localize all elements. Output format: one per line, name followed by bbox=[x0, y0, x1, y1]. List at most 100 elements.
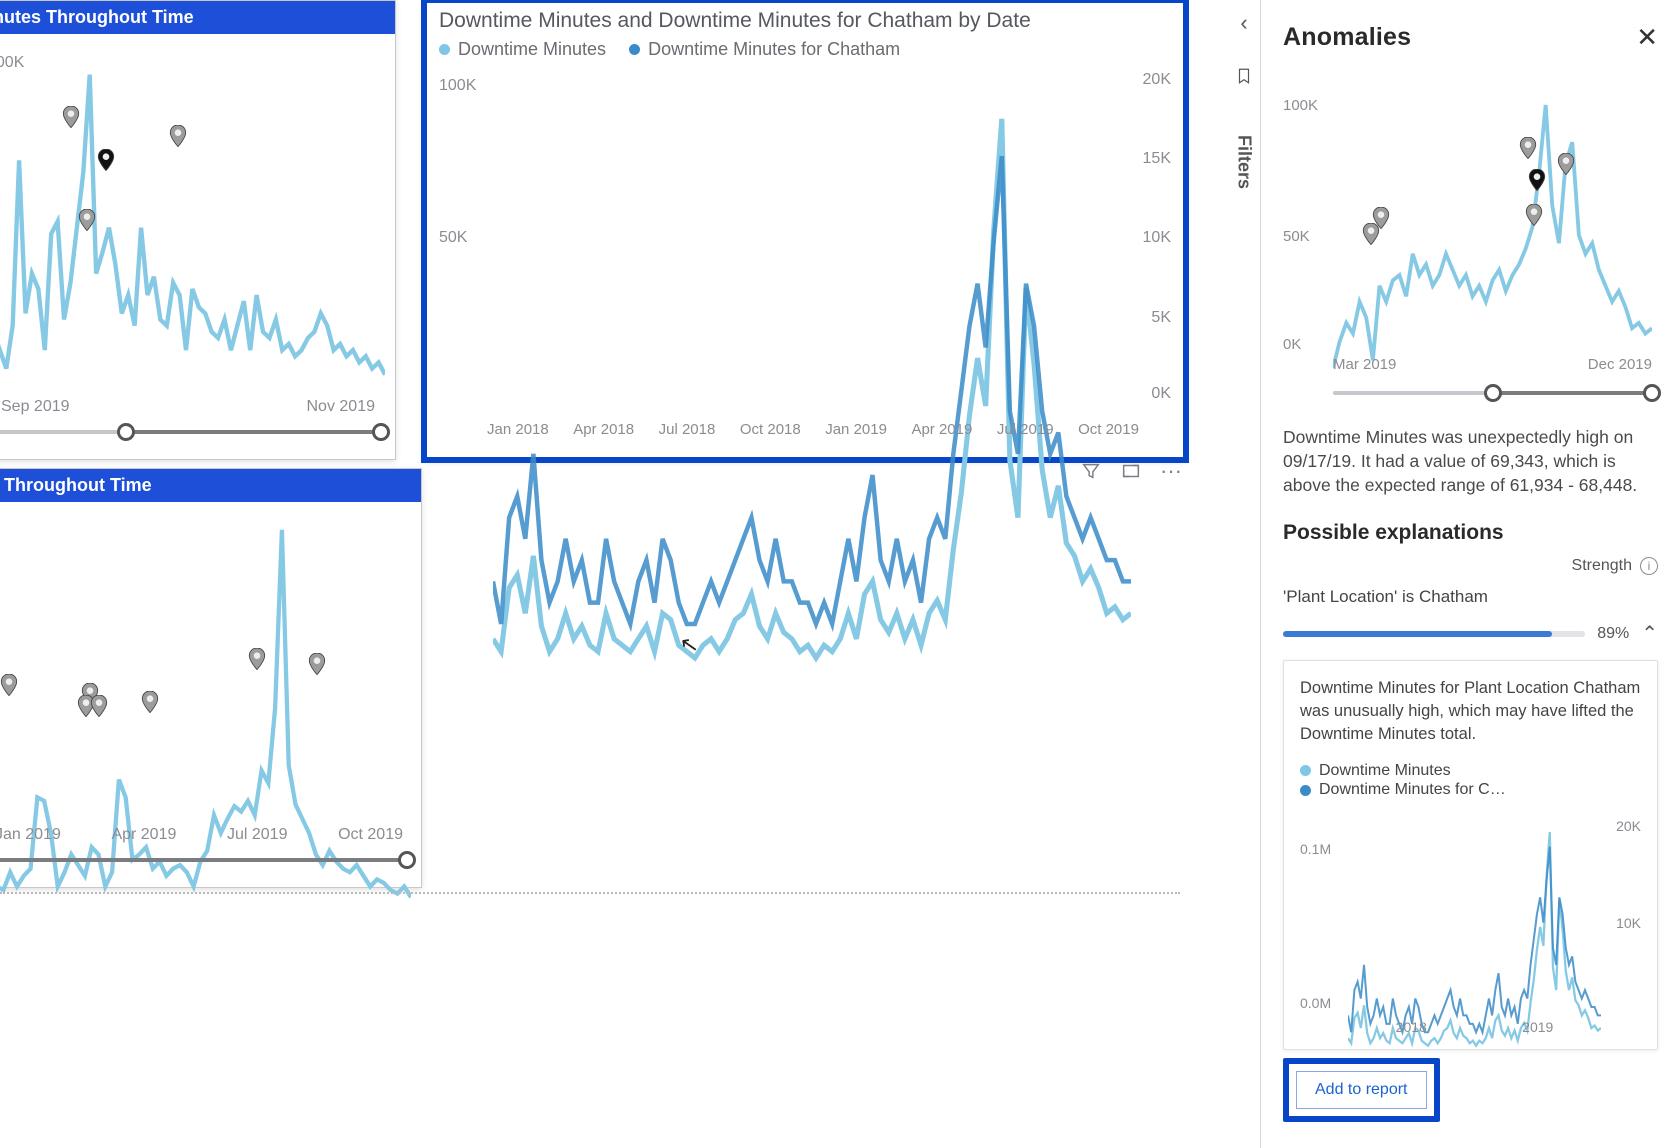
anomaly-marker-icon[interactable] bbox=[78, 209, 96, 231]
pane-header: Anomalies ✕ bbox=[1283, 22, 1658, 53]
legend-label: Downtime Minutes bbox=[458, 39, 606, 60]
anomaly-marker-icon[interactable] bbox=[62, 106, 80, 128]
time-range-slider[interactable] bbox=[0, 850, 407, 870]
slider-fill bbox=[126, 430, 381, 434]
chart-body: Jan 2019 Apr 2019 Jul 2019 Oct 2019 bbox=[0, 502, 421, 880]
y-tick-right: 10K bbox=[1616, 915, 1641, 931]
explanation-card: Downtime Minutes for Plant Location Chat… bbox=[1283, 660, 1658, 1049]
add-to-report-highlight: Add to report bbox=[1283, 1058, 1440, 1122]
y-tick-left: 50K bbox=[439, 229, 467, 247]
x-tick: Jan 2019 bbox=[0, 826, 61, 850]
strength-bar-row: 89% ⌃ bbox=[1283, 621, 1658, 646]
anomaly-marker-icon[interactable] bbox=[0, 674, 18, 696]
strength-percent: 89% bbox=[1597, 625, 1629, 643]
x-tick: Mar 2019 bbox=[1333, 356, 1396, 373]
close-icon[interactable]: ✕ bbox=[1636, 22, 1658, 53]
y-tick-right: 20K bbox=[1616, 818, 1641, 834]
pane-title: Anomalies bbox=[1283, 23, 1411, 52]
legend-dot-icon bbox=[1300, 765, 1311, 776]
slider-handle-start[interactable] bbox=[1484, 384, 1502, 402]
x-tick: Nov 2019 bbox=[307, 398, 376, 422]
slider-handle-start[interactable] bbox=[117, 423, 135, 441]
report-canvas: nutes Throughout Time 100K Sep 2019 Nov … bbox=[0, 0, 1200, 1148]
chevron-up-icon[interactable]: ⌃ bbox=[1641, 621, 1658, 646]
visual-title: nutes Throughout Time bbox=[0, 1, 395, 34]
section-title: Possible explanations bbox=[1283, 521, 1658, 545]
chevron-left-icon[interactable]: ‹ bbox=[1240, 10, 1247, 36]
anomaly-marker-icon[interactable] bbox=[1557, 153, 1575, 175]
visual-downtime-chatham[interactable]: Downtime Minutes and Downtime Minutes fo… bbox=[424, 0, 1186, 460]
chart-legend: Downtime Minutes Downtime Minutes for Ch… bbox=[439, 39, 918, 60]
filter-icon[interactable] bbox=[1080, 460, 1102, 482]
chart-legend: Downtime Minutes Downtime Minutes for C… bbox=[1300, 762, 1641, 801]
legend-item: Downtime Minutes for Chatham bbox=[629, 39, 900, 60]
x-tick: Jul 2018 bbox=[659, 421, 716, 445]
chart-area: 100K 50K 20K 15K 10K 5K 0K bbox=[439, 71, 1171, 401]
time-range-slider[interactable] bbox=[1333, 383, 1652, 403]
x-axis-ticks: Mar 2019 Dec 2019 bbox=[1333, 356, 1652, 373]
x-tick: Jul 2019 bbox=[227, 826, 288, 850]
visual-title: Downtime Minutes and Downtime Minutes fo… bbox=[425, 1, 1185, 35]
strength-bar bbox=[1283, 631, 1585, 637]
anomaly-marker-icon[interactable] bbox=[1519, 137, 1537, 159]
x-tick: Jan 2018 bbox=[487, 421, 549, 445]
anomaly-summary-text: Downtime Minutes was unexpectedly high o… bbox=[1283, 425, 1658, 497]
legend-label: Downtime Minutes bbox=[1319, 762, 1451, 780]
canvas-divider bbox=[0, 892, 1180, 894]
slider-handle-end[interactable] bbox=[372, 423, 390, 441]
more-options-icon[interactable]: ··· bbox=[1160, 460, 1182, 482]
anomaly-marker-icon[interactable] bbox=[248, 648, 266, 670]
anomaly-marker-icon[interactable] bbox=[141, 691, 159, 713]
anomalies-pane: Anomalies ✕ 100K 50K 0K Mar 2019 Dec 201… bbox=[1260, 0, 1680, 1148]
legend-label: Downtime Minutes for C… bbox=[1319, 781, 1506, 799]
x-tick: Dec 2019 bbox=[1588, 356, 1652, 373]
y-tick: 50K bbox=[1283, 228, 1310, 245]
line-chart bbox=[493, 71, 1131, 709]
filters-pane-collapsed[interactable]: ‹ Filters bbox=[1230, 10, 1258, 189]
legend-label: Downtime Minutes for Chatham bbox=[648, 39, 900, 60]
slider-handle-end[interactable] bbox=[1643, 384, 1661, 402]
x-tick: Oct 2018 bbox=[740, 421, 801, 445]
y-tick-right: 10K bbox=[1143, 229, 1171, 247]
strength-header: Strength i bbox=[1283, 557, 1658, 575]
strength-bar-fill bbox=[1283, 631, 1552, 637]
legend-dot-icon bbox=[1300, 785, 1311, 796]
visual-hover-toolbar: ··· bbox=[1080, 460, 1182, 482]
anomaly-marker-icon[interactable] bbox=[1372, 207, 1390, 229]
x-tick: Oct 2019 bbox=[1078, 421, 1139, 445]
explanation-label[interactable]: 'Plant Location' is Chatham bbox=[1283, 587, 1658, 607]
anomaly-marker-icon[interactable] bbox=[1528, 169, 1546, 191]
y-tick-left: 100K bbox=[439, 77, 476, 95]
explanation-chart[interactable]: 0.1M 0.0M 20K 10K 2018 2019 bbox=[1300, 809, 1641, 1039]
x-tick: Oct 2019 bbox=[338, 826, 403, 850]
x-tick: Sep 2019 bbox=[1, 398, 70, 422]
focus-mode-icon[interactable] bbox=[1120, 460, 1142, 482]
x-tick: Jan 2019 bbox=[825, 421, 887, 445]
info-icon[interactable]: i bbox=[1640, 557, 1658, 575]
slider-handle-end[interactable] bbox=[398, 851, 416, 869]
anomaly-marker-icon[interactable] bbox=[169, 125, 187, 147]
x-tick: 2019 bbox=[1522, 1019, 1553, 1035]
visual-downtime-bottom[interactable]: s Throughout Time Jan 2019 Apr 2019 Jul … bbox=[0, 468, 422, 888]
chart-body: 100K Sep 2019 Nov 2019 bbox=[0, 34, 395, 452]
y-tick-right: 20K bbox=[1143, 71, 1171, 89]
x-tick: 2018 bbox=[1396, 1019, 1427, 1035]
legend-dot-icon bbox=[439, 44, 450, 55]
x-axis-ticks: Jan 2018 Apr 2018 Jul 2018 Oct 2018 Jan … bbox=[487, 421, 1139, 445]
y-tick: 0K bbox=[1283, 336, 1301, 353]
legend-item: Downtime Minutes bbox=[439, 39, 606, 60]
visual-downtime-top[interactable]: nutes Throughout Time 100K Sep 2019 Nov … bbox=[0, 0, 396, 460]
x-tick: Apr 2019 bbox=[911, 421, 972, 445]
anomaly-overview-chart[interactable]: 100K 50K 0K Mar 2019 Dec 2019 bbox=[1283, 79, 1658, 409]
y-tick-right: 0K bbox=[1151, 385, 1171, 403]
bookmark-icon[interactable] bbox=[1235, 66, 1253, 91]
y-tick-right: 5K bbox=[1151, 309, 1171, 327]
anomaly-marker-icon[interactable] bbox=[1525, 204, 1543, 226]
add-to-report-button[interactable]: Add to report bbox=[1296, 1071, 1427, 1109]
anomaly-marker-icon[interactable] bbox=[308, 653, 326, 675]
anomaly-marker-icon[interactable] bbox=[90, 695, 108, 717]
anomaly-marker-icon[interactable] bbox=[97, 149, 115, 171]
time-range-slider[interactable] bbox=[0, 422, 381, 442]
line-chart bbox=[0, 44, 385, 442]
x-axis-ticks: Sep 2019 Nov 2019 bbox=[1, 398, 375, 422]
